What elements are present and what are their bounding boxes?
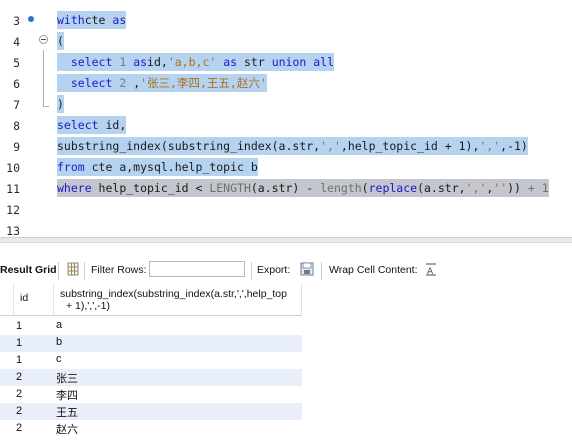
line-number: 5 — [13, 56, 20, 70]
column-header-id[interactable]: id — [13, 284, 53, 316]
cell-value[interactable]: 张三 — [56, 370, 78, 386]
editor-line[interactable]: 12 — [0, 200, 572, 221]
cell-id[interactable]: 2 — [16, 422, 22, 434]
cell-value[interactable]: a — [56, 319, 62, 331]
cell-id[interactable]: 1 — [16, 337, 22, 349]
table-row[interactable]: 1a — [0, 318, 302, 335]
cell-value[interactable]: c — [56, 353, 62, 365]
editor-line[interactable]: 4( — [0, 32, 572, 53]
column-header-expression[interactable]: substring_index(substring_index(a.str,',… — [53, 284, 302, 316]
filter-rows-input[interactable] — [149, 261, 245, 277]
result-grid: id substring_index(substring_index(a.str… — [0, 284, 572, 448]
pane-splitter[interactable] — [0, 237, 572, 243]
code-text[interactable]: substring_index(substring_index(a.str,',… — [57, 137, 528, 155]
table-row[interactable]: 2 张三 — [0, 369, 302, 386]
table-row[interactable]: 1b — [0, 335, 302, 352]
editor-line[interactable]: 6 select 2 ,'张三,李四,王五,赵六' — [0, 74, 572, 95]
table-row[interactable]: 2 李四 — [0, 386, 302, 403]
line-number: 7 — [13, 98, 20, 112]
line-number: 11 — [6, 182, 20, 196]
export-icon[interactable] — [300, 262, 314, 276]
code-text[interactable]: select 2 ,'张三,李四,王五,赵六' — [57, 74, 267, 92]
editor-line[interactable]: 11 where help_topic_id < LENGTH(a.str) - … — [0, 179, 572, 200]
line-number: 10 — [6, 161, 20, 175]
code-text[interactable]: from cte a,mysql.help_topic b — [57, 158, 258, 176]
editor-line[interactable]: 9 substring_index(substring_index(a.str,'… — [0, 137, 572, 158]
code-text[interactable]: select id, — [57, 116, 127, 134]
toolbar-separator — [251, 262, 252, 280]
cell-value[interactable]: 王五 — [56, 404, 78, 420]
result-toolbar: Result Grid Filter Rows: Export: Wrap Ce… — [0, 258, 572, 284]
code-text[interactable]: ) — [57, 95, 64, 113]
code-text[interactable]: select 1 asid,'a,b,c' as str union all — [57, 53, 335, 71]
table-row[interactable]: 2 赵六 — [0, 420, 302, 437]
code-text[interactable]: ( — [57, 32, 64, 50]
line-number: 13 — [6, 224, 20, 237]
cell-id[interactable]: 1 — [16, 354, 22, 366]
grid-icon[interactable] — [66, 262, 80, 276]
sql-editor[interactable]: 3 withcte as 4(5 select 1 asid,'a,b,c' as … — [0, 0, 572, 237]
cell-id[interactable]: 2 — [16, 405, 22, 417]
code-text[interactable]: withcte as — [57, 11, 127, 29]
editor-line[interactable]: 7) — [0, 95, 572, 116]
line-number: 3 — [13, 14, 20, 28]
line-number: 12 — [6, 203, 20, 217]
toolbar-separator — [58, 262, 59, 280]
cell-value[interactable]: 赵六 — [56, 421, 78, 437]
line-number: 4 — [13, 35, 20, 49]
fold-toggle-icon[interactable] — [39, 35, 48, 44]
line-number: 8 — [13, 119, 20, 133]
code-text[interactable]: where help_topic_id < LENGTH(a.str) - le… — [57, 179, 549, 197]
line-number: 6 — [13, 77, 20, 91]
wrap-cell-label: Wrap Cell Content: — [329, 264, 418, 276]
editor-line[interactable]: 8 select id, — [0, 116, 572, 137]
table-row[interactable]: 1c — [0, 352, 302, 369]
line-number: 9 — [13, 140, 20, 154]
toolbar-separator — [321, 262, 322, 280]
result-grid-tab[interactable]: Result Grid — [0, 264, 57, 276]
export-label: Export: — [257, 264, 291, 276]
filter-rows-label: Filter Rows: — [91, 264, 147, 276]
editor-line[interactable]: 10 from cte a,mysql.help_topic b — [0, 158, 572, 179]
cell-value[interactable]: b — [56, 336, 62, 348]
editor-line[interactable]: 3 withcte as — [0, 11, 572, 32]
column-header-line-2: + 1),',',-1) — [66, 300, 110, 312]
cell-id[interactable]: 2 — [16, 388, 22, 400]
column-header-line-1: substring_index(substring_index(a.str,',… — [60, 288, 287, 300]
editor-line[interactable]: 13 — [0, 221, 572, 237]
cell-value[interactable]: 李四 — [56, 387, 78, 403]
wrap-text-icon[interactable]: A — [424, 262, 438, 276]
editor-line[interactable]: 5 select 1 asid,'a,b,c' as str union all — [0, 53, 572, 74]
toolbar-separator — [84, 262, 85, 280]
grid-header: id substring_index(substring_index(a.str… — [0, 284, 302, 316]
statement-marker-icon — [28, 16, 34, 22]
cell-id[interactable]: 1 — [16, 320, 22, 332]
cell-id[interactable]: 2 — [16, 371, 22, 383]
table-row[interactable]: 2 王五 — [0, 403, 302, 420]
